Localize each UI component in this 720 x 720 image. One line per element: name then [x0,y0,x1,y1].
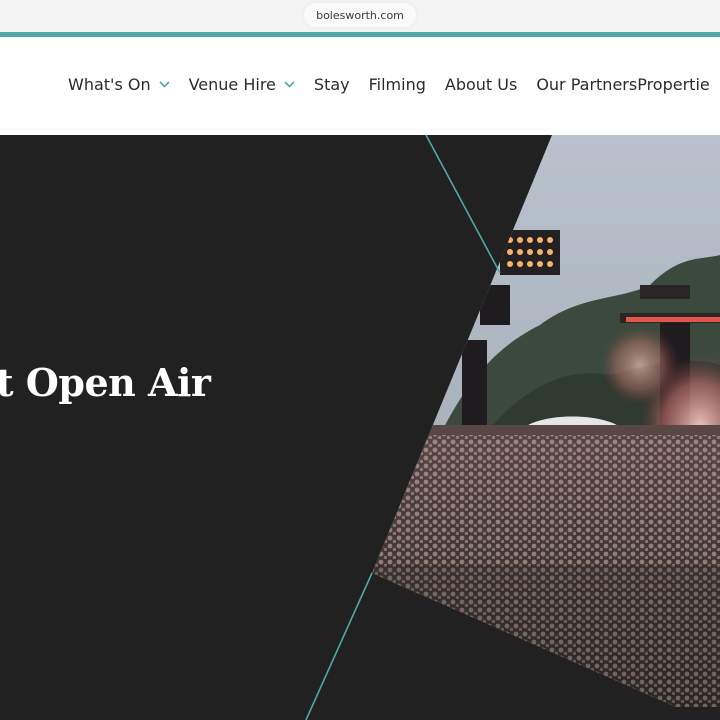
chevron-down-icon [159,81,170,88]
nav-filming[interactable]: Filming [369,75,426,94]
address-field[interactable]: bolesworth.com [304,3,416,27]
nav-our-partners[interactable]: Our Partners [536,75,637,94]
nav-stay-label: Stay [313,75,350,94]
browser-url-bar: bolesworth.com [0,0,720,32]
nav-about-us[interactable]: About Us [445,75,517,94]
main-nav: What's On Venue Hire Stay Filming About … [68,75,710,94]
nav-stay[interactable]: Stay [314,75,350,94]
nav-our-partners-label: Our Partners [536,75,638,94]
site-header: What's On Venue Hire Stay Filming About … [0,37,720,135]
nav-properties-label: Propertie [637,75,710,94]
chevron-down-icon [284,81,295,88]
nav-venue-hire-label: Venue Hire [188,75,276,94]
url-text: bolesworth.com [316,8,404,22]
festival-photo [372,135,720,707]
nav-filming-label: Filming [368,75,426,94]
nav-about-us-label: About Us [444,75,518,94]
hero-festival-image [305,135,720,720]
nav-venue-hire[interactable]: Venue Hire [189,75,295,94]
nav-whats-on[interactable]: What's On [68,75,170,94]
nav-whats-on-label: What's On [68,75,151,94]
hero-title: t Open Air [0,360,211,406]
nav-properties[interactable]: Propertie [637,75,710,94]
hero-banner: t Open Air [0,135,720,720]
